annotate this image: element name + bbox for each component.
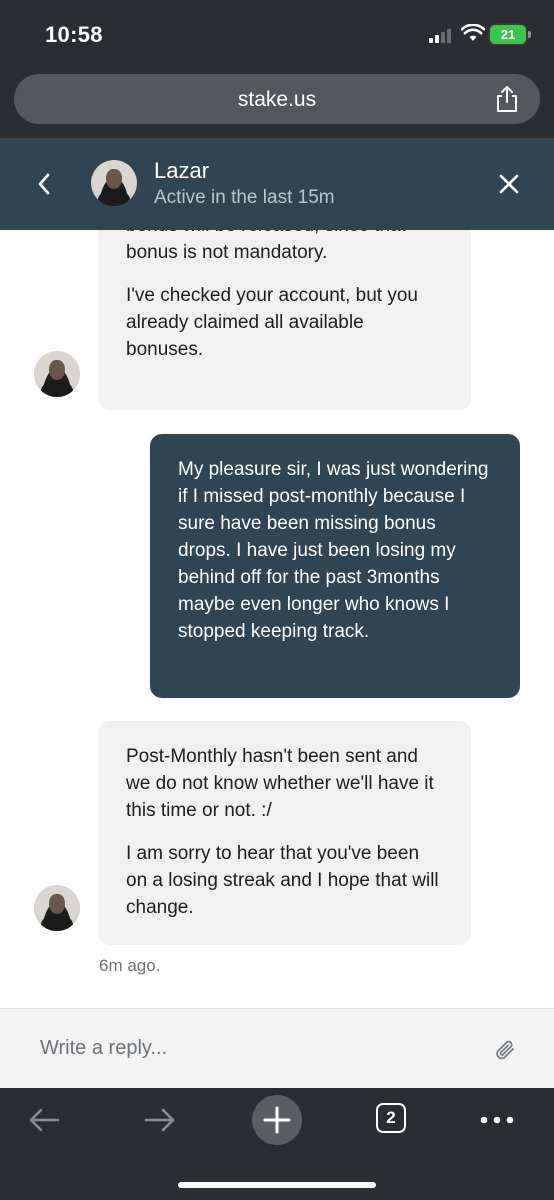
- message-text: bonus will be released, since that bonus…: [126, 230, 406, 263]
- agent-message: bonus will be released, since that bonus…: [98, 230, 471, 410]
- more-options-icon[interactable]: [480, 1116, 514, 1124]
- plus-icon: [263, 1106, 291, 1134]
- paperclip-icon[interactable]: [494, 1039, 516, 1061]
- message-list[interactable]: bonus will be released, since that bonus…: [0, 230, 554, 1008]
- message-text: I am sorry to hear that you've been on a…: [126, 843, 439, 918]
- agent-avatar: [34, 885, 80, 931]
- message-text: My pleasure sir, I was just wondering if…: [178, 459, 489, 642]
- message-timestamp: 6m ago.: [99, 956, 161, 975]
- agent-name: Lazar: [154, 158, 210, 183]
- status-bar: 10:58 21: [0, 0, 554, 66]
- reply-input[interactable]: [28, 1027, 492, 1069]
- home-indicator: [178, 1182, 376, 1188]
- user-message: My pleasure sir, I was just wondering if…: [150, 434, 520, 698]
- agent-avatar: [91, 160, 137, 206]
- battery-indicator: 21: [490, 25, 531, 44]
- agent-status: Active in the last 15m: [154, 187, 335, 208]
- back-chevron-icon[interactable]: [33, 171, 55, 197]
- browser-back-icon[interactable]: [26, 1104, 62, 1136]
- close-icon[interactable]: [498, 173, 520, 195]
- wifi-icon: [461, 24, 485, 41]
- tab-switcher-button[interactable]: 2: [376, 1103, 406, 1133]
- browser-address-area: stake.us: [0, 66, 554, 138]
- new-tab-button[interactable]: [252, 1095, 302, 1145]
- battery-level: 21: [500, 27, 516, 42]
- message-text: Post-Monthly hasn't been sent and we do …: [126, 746, 434, 821]
- browser-forward-icon[interactable]: [142, 1104, 178, 1136]
- address-bar[interactable]: stake.us: [14, 74, 540, 124]
- tab-count: 2: [386, 1108, 396, 1127]
- clock: 10:58: [45, 22, 103, 47]
- cellular-signal-icon: [429, 29, 455, 43]
- url-text[interactable]: stake.us: [14, 88, 540, 112]
- message-text: I've checked your account, but you alrea…: [126, 285, 418, 360]
- agent-avatar: [34, 351, 80, 397]
- agent-message: Post-Monthly hasn't been sent and we do …: [98, 721, 471, 945]
- browser-toolbar: 2: [0, 1088, 554, 1200]
- reply-composer: [0, 1008, 554, 1088]
- share-icon[interactable]: [494, 85, 520, 113]
- chat-header: Lazar Active in the last 15m: [0, 138, 554, 230]
